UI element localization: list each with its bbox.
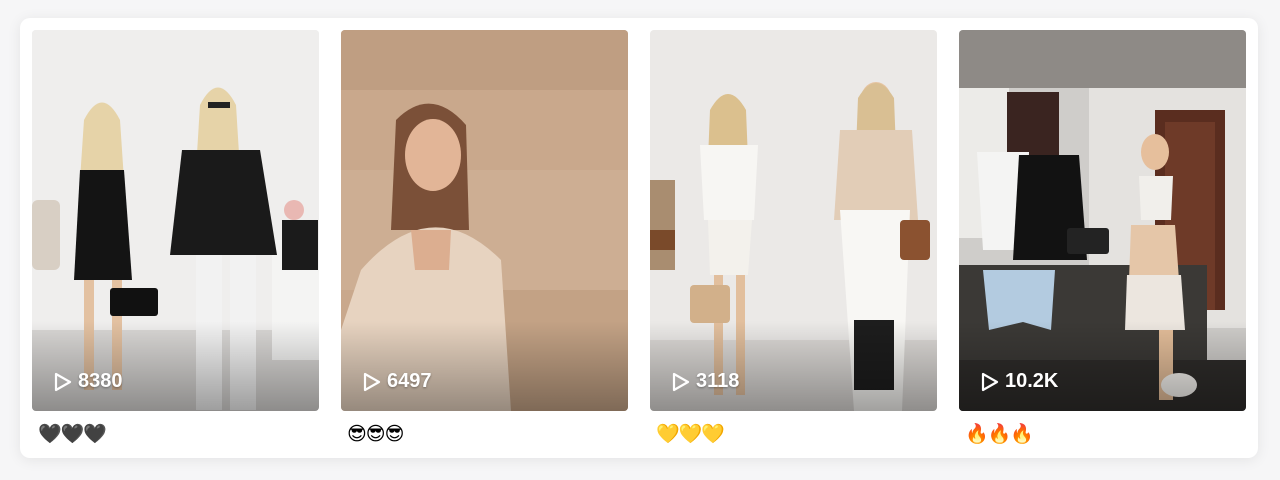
- video-caption: 😎😎😎: [347, 423, 404, 445]
- video-card[interactable]: 6497 😎😎😎: [341, 30, 628, 447]
- view-count-text: 6497: [387, 370, 432, 392]
- video-caption: 🖤🖤🖤: [38, 423, 107, 445]
- thumbnail-gradient: [650, 321, 937, 411]
- video-card[interactable]: 3118 💛💛💛: [650, 30, 937, 447]
- play-icon: [672, 372, 690, 391]
- video-grid: 8380 🖤🖤🖤 6497 😎😎😎 3118 💛💛💛 10.2K 🔥🔥🔥: [32, 30, 1246, 447]
- thumbnail-gradient: [341, 321, 628, 411]
- thumbnail-gradient: [959, 321, 1246, 411]
- video-thumbnail[interactable]: 6497: [341, 30, 628, 411]
- view-count: 6497: [363, 370, 432, 393]
- play-icon: [363, 372, 381, 391]
- view-count-text: 3118: [696, 370, 740, 392]
- video-thumbnail[interactable]: 8380: [32, 30, 319, 411]
- video-card[interactable]: 10.2K 🔥🔥🔥: [959, 30, 1246, 447]
- video-card[interactable]: 8380 🖤🖤🖤: [32, 30, 319, 447]
- view-count: 10.2K: [981, 370, 1058, 393]
- view-count: 3118: [672, 370, 739, 393]
- video-thumbnail[interactable]: 3118: [650, 30, 937, 411]
- view-count-text: 8380: [78, 370, 123, 392]
- view-count-text: 10.2K: [1005, 370, 1059, 392]
- video-caption: 🔥🔥🔥: [965, 423, 1034, 445]
- video-grid-panel: 8380 🖤🖤🖤 6497 😎😎😎 3118 💛💛💛 10.2K 🔥🔥🔥: [20, 18, 1258, 458]
- view-count: 8380: [54, 370, 123, 393]
- play-icon: [54, 372, 72, 391]
- thumbnail-gradient: [32, 321, 319, 411]
- play-icon: [981, 372, 999, 391]
- video-thumbnail[interactable]: 10.2K: [959, 30, 1246, 411]
- video-caption: 💛💛💛: [656, 423, 725, 445]
